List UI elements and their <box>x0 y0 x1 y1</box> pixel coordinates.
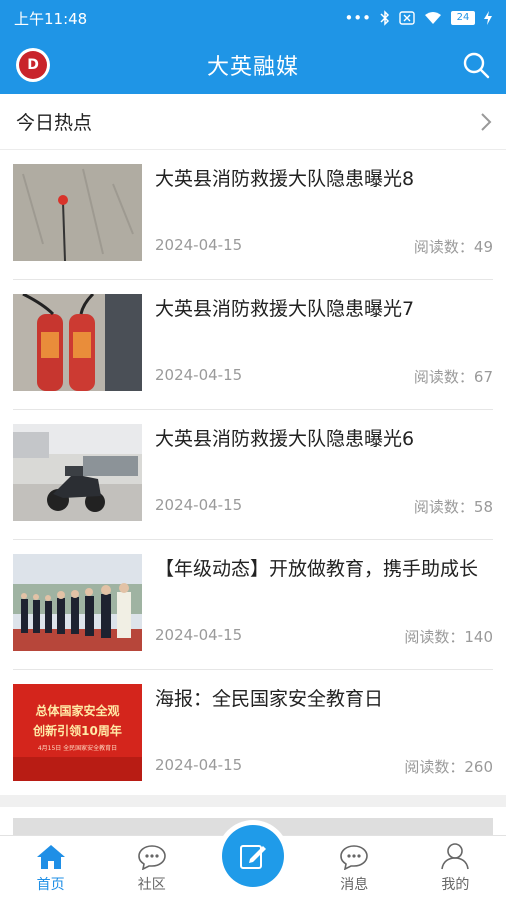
news-read-count: 阅读数：260 <box>404 758 493 776</box>
news-thumbnail <box>13 294 142 391</box>
profile-icon <box>441 843 470 870</box>
news-date: 2024-04-15 <box>155 236 243 254</box>
news-date: 2024-04-15 <box>155 756 243 774</box>
section-title: 今日热点 <box>16 112 93 134</box>
news-read-count: 阅读数：58 <box>413 498 493 516</box>
poster-line-2: 创新引领10周年 <box>33 724 122 738</box>
news-read-count: 阅读数：67 <box>413 368 493 386</box>
wifi-icon <box>425 12 441 24</box>
news-thumbnail <box>13 424 142 521</box>
message-icon <box>340 845 369 870</box>
tab-label: 首页 <box>36 877 65 893</box>
tab-label: 消息 <box>340 877 369 893</box>
poster-line-3: 4月15日 全民国家安全教育日 <box>37 745 118 752</box>
tab-messages[interactable]: 消息 <box>304 836 405 900</box>
status-icons: ••• 24 <box>344 9 492 27</box>
news-thumbnail <box>13 554 142 651</box>
status-bar: 上午11:48 ••• 24 <box>0 0 506 36</box>
news-read-count: 阅读数：140 <box>404 628 493 646</box>
community-icon <box>137 845 166 870</box>
news-title: 大英县消防救援大队隐患曝光7 <box>155 298 415 320</box>
news-list: 大英县消防救援大队隐患曝光8 2024-04-15 阅读数：49 大英县消防救援… <box>0 150 506 799</box>
dots-icon: ••• <box>344 9 371 27</box>
app-bar: D 大英融媒 <box>0 36 506 94</box>
news-title: 大英县消防救援大队隐患曝光8 <box>155 168 415 190</box>
tab-label: 我的 <box>441 877 470 893</box>
news-item[interactable]: 大英县消防救援大队隐患曝光7 2024-04-15 阅读数：67 <box>13 280 493 410</box>
logo-icon[interactable]: D <box>16 48 50 82</box>
news-thumbnail: 总体国家安全观 创新引领10周年 4月15日 全民国家安全教育日 <box>13 684 142 781</box>
search-icon[interactable] <box>462 51 490 79</box>
news-title: 大英县消防救援大队隐患曝光6 <box>155 428 415 450</box>
publish-button[interactable] <box>217 820 289 892</box>
tab-profile[interactable]: 我的 <box>405 836 506 900</box>
app-title: 大英融媒 <box>206 55 299 80</box>
chevron-right-icon <box>481 112 492 131</box>
news-item[interactable]: 总体国家安全观 创新引领10周年 4月15日 全民国家安全教育日 海报：全民国家… <box>13 670 493 799</box>
news-item[interactable]: 【年级动态】开放做教育，携手助成长 2024-04-15 阅读数：140 <box>13 540 493 670</box>
hot-topics-header[interactable]: 今日热点 <box>0 94 506 150</box>
tab-community[interactable]: 社区 <box>101 836 202 900</box>
news-read-count: 阅读数：49 <box>413 238 493 256</box>
charging-icon <box>484 11 492 25</box>
news-title: 【年级动态】开放做教育，携手助成长 <box>155 558 479 580</box>
sim-off-icon <box>399 11 415 25</box>
news-item[interactable]: 大英县消防救援大队隐患曝光8 2024-04-15 阅读数：49 <box>13 150 493 280</box>
tab-label: 社区 <box>137 877 166 893</box>
battery-icon: 24 <box>451 11 475 25</box>
home-icon <box>36 845 65 869</box>
bluetooth-icon <box>380 10 390 26</box>
news-item[interactable]: 大英县消防救援大队隐患曝光6 2024-04-15 阅读数：58 <box>13 410 493 540</box>
poster-line-1: 总体国家安全观 <box>35 704 120 718</box>
news-date: 2024-04-15 <box>155 366 243 384</box>
publish-fab[interactable] <box>222 825 284 887</box>
section-divider <box>0 795 506 807</box>
news-title: 海报：全民国家安全教育日 <box>155 688 384 710</box>
edit-icon <box>240 845 266 869</box>
tab-home[interactable]: 首页 <box>0 836 101 900</box>
status-time: 上午11:48 <box>14 9 88 28</box>
news-date: 2024-04-15 <box>155 496 243 514</box>
news-date: 2024-04-15 <box>155 626 243 644</box>
news-thumbnail <box>13 164 142 261</box>
